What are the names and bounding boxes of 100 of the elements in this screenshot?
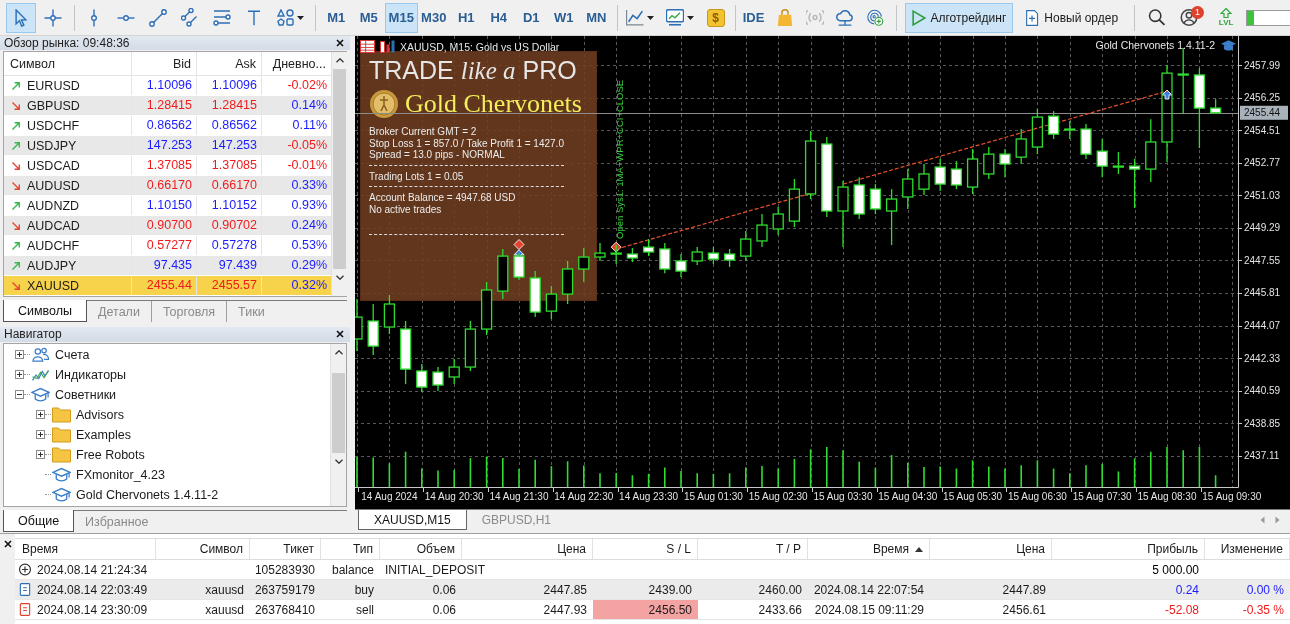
chart-tab[interactable]: XAUUSD,M15 [358,510,467,530]
timeframe-button[interactable]: MN [580,2,613,33]
scroll-right-icon[interactable] [1275,516,1280,524]
scrollbar[interactable] [331,52,347,296]
column-header[interactable]: Символ [156,539,250,559]
algo-trading-button[interactable]: Алготрейдинг [904,2,1014,33]
expand-icon[interactable] [15,350,24,360]
column-header[interactable]: Тип [321,539,380,559]
candle [788,178,801,228]
time-tick-label: 14 Aug 23:30 [619,491,679,502]
table-row[interactable]: 2024.08.14 23:30:09 xauusd 263768410 sell 0.06 2447.93 2456.50 2433.66 2024.08.15 09:11:29 2456.61 -52.08 -0.35 % [15,600,1290,620]
folder-icon [52,406,71,423]
expand-icon[interactable] [36,430,45,440]
expert-name: Gold Chervonets 1.4.11-2 [1095,39,1215,51]
timeframe-button[interactable]: D1 [515,2,548,33]
column-header[interactable]: Объем [380,539,462,559]
collapse-icon[interactable] [15,390,24,400]
column-header[interactable]: Тикет [250,539,321,559]
tree-item[interactable]: Gold Chervonets 1.4.11-2 [76,487,219,502]
tree-item[interactable]: Advisors [76,407,124,422]
symbol-row[interactable]: GBPUSD 1.28415 1.28415 0.14% [4,96,331,116]
column-header[interactable]: T / P [698,539,808,559]
column-header[interactable]: Прибыль [1052,539,1205,559]
expand-icon[interactable] [15,370,24,380]
timeframe-button[interactable]: H4 [482,2,515,33]
price-tick-label: 2457.99 [1244,59,1281,71]
ide-button[interactable]: IDE [739,2,768,33]
table-cell: 0.00 % [1246,582,1284,597]
candle [480,281,493,336]
price-tick-label: 2437.11 [1244,450,1280,462]
price-tick-label: 2444.07 [1244,320,1281,331]
table-row[interactable]: 2024.08.14 22:03:49 xauusd 263759179 buy 0.06 2447.85 2439.00 2460.00 2024.08.14 22:07:54 2447.89 0.24 0.00 % [15,580,1290,600]
volume-bar [469,457,472,488]
plus-circle-icon [19,563,31,576]
column-header[interactable]: Время [808,539,930,559]
ask-price: 1.37085 [196,156,261,175]
column-header[interactable]: Ask [196,52,261,76]
candle [659,242,671,274]
timeframe-button[interactable]: M30 [417,2,450,33]
new-order-button[interactable]: Новый ордер [1018,2,1126,33]
play-icon [911,9,926,26]
column-header[interactable]: S / L [593,539,698,559]
tree-item[interactable]: Индикаторы [55,367,127,382]
close-icon[interactable] [3,540,12,548]
coin-icon [369,89,399,119]
info-line: No active trades [369,203,443,216]
close-icon[interactable] [336,330,344,339]
symbol-row[interactable]: USDJPY 147.253 147.253 -0.05% [4,136,331,156]
info-line: Spread = 13.0 pips - NORMAL [369,149,506,161]
column-header[interactable]: Bid [131,52,196,76]
scroll-up-icon[interactable] [335,58,344,63]
cursor-button[interactable] [6,2,36,33]
candle [934,158,946,192]
volume-bar [1052,467,1055,488]
notification-badge: 1 [1191,5,1205,19]
dollar-button[interactable]: $ [706,8,725,27]
timeframe-button[interactable]: W1 [547,2,580,33]
candle [675,253,687,278]
expand-icon[interactable] [36,450,45,460]
column-header[interactable]: Цена [462,539,593,559]
scroll-thumb[interactable] [332,372,345,453]
tree-item[interactable]: Examples [76,427,131,442]
panel-tab[interactable]: Символы [3,300,88,322]
timeframe-button[interactable]: M1 [320,2,353,33]
column-header[interactable]: Цена [930,539,1052,559]
scroll-left-icon[interactable] [1260,516,1265,524]
scroll-up-icon[interactable] [334,349,343,355]
candle [804,130,817,200]
timeframe-button[interactable]: H1 [450,2,483,33]
caret-icon [646,15,654,20]
tree-item[interactable]: Free Robots [76,447,145,462]
symbol-row[interactable]: AUDJPY 97.435 97.439 0.29% [4,256,331,276]
symbol-row[interactable]: AUDUSD 0.66170 0.66170 0.33% [4,176,331,196]
tree-item[interactable]: Счета [55,347,90,362]
scroll-down-icon[interactable] [335,275,344,280]
symbol-row[interactable]: XAUUSD 2455.44 2455.57 0.32% [4,276,331,296]
expand-icon[interactable] [36,410,45,420]
timeframe-button[interactable]: M5 [352,2,385,33]
column-header[interactable]: Символ [4,52,131,76]
ask-price: 97.439 [196,256,261,275]
close-icon[interactable] [336,39,344,47]
volume-bar [647,473,650,488]
candle [355,298,363,352]
vertical-line-icon [91,8,97,27]
symbol-row[interactable]: AUDCAD 0.90700 0.90702 0.24% [4,216,331,236]
panel-tab[interactable]: Общие [3,510,75,532]
candle [756,213,768,248]
scroll-down-icon[interactable] [334,458,343,464]
scroll-thumb[interactable] [333,69,346,269]
column-header[interactable]: Время [15,539,156,559]
ask-price: 2455.57 [196,276,261,295]
scrollbar[interactable] [330,343,346,506]
timeframe-button[interactable]: M15 [385,2,418,33]
candle [610,244,622,265]
account-button[interactable]: 1 [1176,2,1203,33]
people-icon [31,346,50,363]
column-header[interactable]: Изменение [1205,539,1290,559]
tree-item[interactable]: FXmonitor_4.23 [76,467,165,482]
graduation-cap-icon [52,486,71,503]
tree-item[interactable]: Советники [55,387,117,402]
